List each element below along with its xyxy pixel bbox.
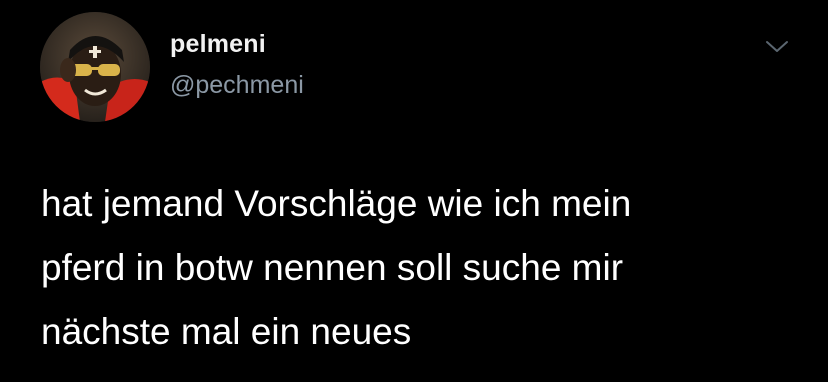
avatar[interactable] [40, 12, 150, 122]
author-display-name[interactable]: pelmeni [170, 30, 266, 59]
author-handle[interactable]: @pechmeni [170, 71, 304, 100]
tweet-menu-button[interactable] [764, 38, 790, 56]
tweet-text-line: pferd in botw nennen soll suche mir [41, 247, 624, 288]
chevron-down-icon [766, 41, 788, 52]
tweet-text-line: nächste mal ein neues [41, 311, 412, 352]
profile-photo-icon [40, 12, 150, 122]
tweet-text-line: hat jemand Vorschläge wie ich mein [41, 183, 632, 224]
tweet-text: hat jemand Vorschläge wie ich mein pferd… [41, 172, 801, 364]
tweet: pelmeni @pechmeni hat jemand Vorschläge … [0, 0, 828, 382]
